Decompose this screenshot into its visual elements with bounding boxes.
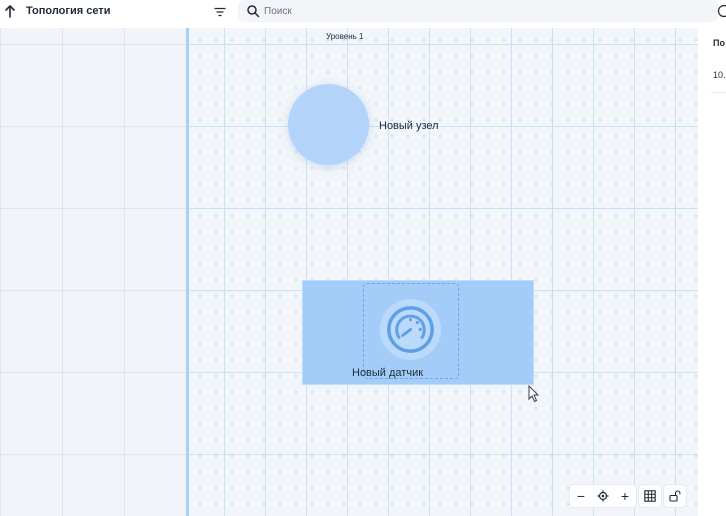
filter-button[interactable]: [212, 4, 228, 20]
grid-toggle-button[interactable]: [639, 485, 661, 507]
target-icon: [597, 490, 609, 502]
zoom-in-button[interactable]: +: [614, 485, 636, 507]
zoom-controls: − +: [570, 485, 636, 507]
search-icon: [247, 5, 260, 18]
panel-value: 10.: [713, 70, 726, 80]
gauge-icon[interactable]: [379, 298, 442, 361]
grid-icon: [644, 490, 656, 502]
arrow-up-icon: [5, 5, 15, 18]
page-title: Топология сети: [26, 5, 111, 17]
panel-title: По: [713, 38, 725, 48]
sensor-label: Новый датчик: [352, 367, 424, 379]
filter-icon: [214, 7, 226, 17]
center-button[interactable]: [592, 485, 614, 507]
cursor-icon: [528, 385, 540, 403]
network-node[interactable]: [288, 84, 369, 165]
search-input[interactable]: [264, 3, 564, 19]
level-border[interactable]: [186, 28, 189, 516]
back-button[interactable]: [2, 3, 18, 19]
unlock-icon: [669, 490, 681, 502]
help-circle-icon[interactable]: [717, 4, 726, 18]
panel-divider: [711, 92, 726, 93]
topology-canvas[interactable]: Уровень 1 Новый узел Новый датчик − +: [0, 28, 698, 516]
zoom-out-button[interactable]: −: [570, 485, 592, 507]
top-bar: Топология сети: [0, 0, 726, 24]
level-label: Уровень 1: [326, 32, 364, 41]
search-bar: [238, 0, 718, 22]
canvas-outer-area: [0, 28, 188, 516]
node-label: Новый узел: [379, 120, 439, 132]
lock-toggle-button[interactable]: [664, 485, 686, 507]
level-area[interactable]: [188, 28, 698, 516]
properties-panel: По 10.: [698, 24, 726, 516]
